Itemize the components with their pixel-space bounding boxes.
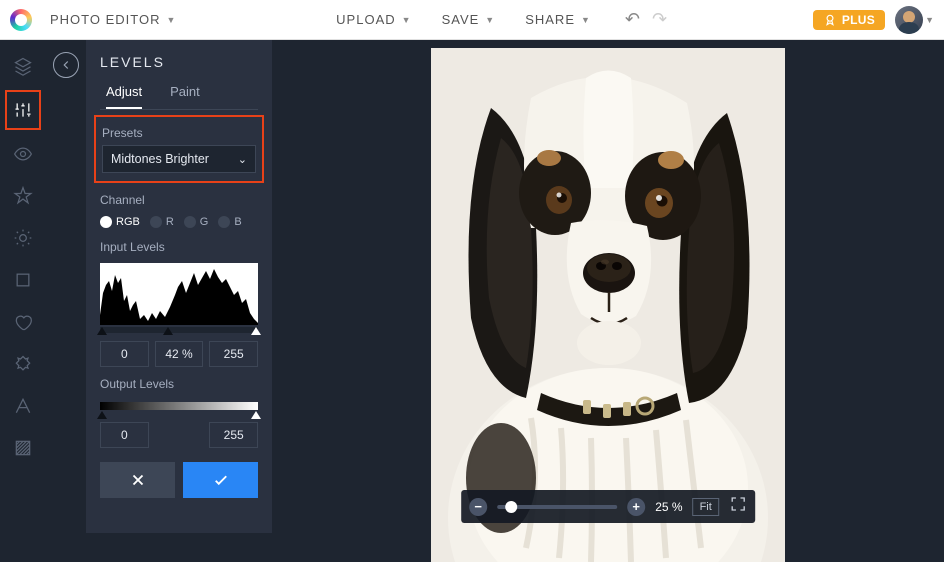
caret-down-icon: ▼ bbox=[166, 15, 176, 25]
preset-highlight: Presets Midtones Brighter ⌄ bbox=[94, 115, 264, 183]
preset-value: Midtones Brighter bbox=[111, 152, 209, 166]
main-area: LEVELS Adjust Paint Presets Midtones Bri… bbox=[0, 40, 944, 533]
output-high-value[interactable]: 255 bbox=[209, 422, 258, 448]
close-icon bbox=[129, 471, 147, 489]
panel-tabs: Adjust Paint bbox=[100, 84, 258, 110]
photo[interactable] bbox=[431, 48, 785, 562]
user-menu[interactable]: ▼ bbox=[895, 6, 934, 34]
panel-title: LEVELS bbox=[100, 54, 258, 70]
channel-rgb[interactable]: RGB bbox=[100, 216, 140, 228]
output-values-row: 0 255 bbox=[100, 422, 258, 448]
input-mid-value[interactable]: 42 % bbox=[155, 341, 204, 367]
chevron-down-icon: ⌄ bbox=[238, 153, 247, 166]
action-row bbox=[100, 462, 258, 498]
back-button[interactable] bbox=[53, 52, 79, 78]
canvas-area: − + 25 % Fit bbox=[272, 40, 944, 533]
rail-crop[interactable] bbox=[11, 268, 35, 292]
caret-down-icon: ▼ bbox=[485, 15, 495, 25]
apply-button[interactable] bbox=[183, 462, 258, 498]
input-marker-high[interactable] bbox=[251, 327, 261, 335]
zoom-bar: − + 25 % Fit bbox=[461, 490, 755, 523]
undo-button[interactable]: ↶ bbox=[621, 9, 644, 30]
plus-label: PLUS bbox=[842, 13, 875, 27]
caret-down-icon: ▼ bbox=[581, 15, 591, 25]
input-marker-low[interactable] bbox=[97, 327, 107, 335]
share-label: SHARE bbox=[525, 12, 575, 27]
histogram bbox=[100, 263, 258, 325]
output-levels-label: Output Levels bbox=[100, 377, 258, 391]
input-marker-mid[interactable] bbox=[163, 327, 173, 335]
avatar bbox=[895, 6, 923, 34]
preset-select[interactable]: Midtones Brighter ⌄ bbox=[102, 145, 256, 173]
undo-redo-group: ↶ ↷ bbox=[621, 9, 671, 30]
input-slider[interactable] bbox=[100, 327, 258, 333]
upload-button[interactable]: UPLOAD ▼ bbox=[326, 8, 421, 31]
output-marker-high[interactable] bbox=[251, 411, 261, 419]
fullscreen-button[interactable] bbox=[729, 495, 747, 518]
output-marker-low[interactable] bbox=[97, 411, 107, 419]
zoom-out-button[interactable]: − bbox=[469, 498, 487, 516]
input-values-row: 0 42 % 255 bbox=[100, 341, 258, 367]
zoom-in-button[interactable]: + bbox=[627, 498, 645, 516]
channel-r[interactable]: R bbox=[150, 216, 174, 228]
plus-upgrade-button[interactable]: PLUS bbox=[813, 10, 885, 30]
rail-adjust[interactable] bbox=[11, 98, 35, 122]
rail-star[interactable] bbox=[11, 184, 35, 208]
award-icon bbox=[823, 13, 837, 27]
output-low-value[interactable]: 0 bbox=[100, 422, 149, 448]
top-bar: PHOTO EDITOR ▼ UPLOAD ▼ SAVE ▼ SHARE ▼ ↶… bbox=[0, 0, 944, 40]
rail-heart[interactable] bbox=[11, 310, 35, 334]
fit-button[interactable]: Fit bbox=[693, 498, 719, 516]
share-button[interactable]: SHARE ▼ bbox=[515, 8, 601, 31]
check-icon bbox=[212, 471, 230, 489]
rail-layers[interactable] bbox=[11, 54, 35, 78]
fullscreen-icon bbox=[729, 495, 747, 513]
dog-image bbox=[431, 48, 785, 562]
channel-label: Channel bbox=[100, 193, 258, 207]
output-slider[interactable] bbox=[100, 402, 258, 410]
zoom-value: 25 % bbox=[655, 500, 682, 514]
channel-g[interactable]: G bbox=[184, 216, 209, 228]
input-levels-label: Input Levels bbox=[100, 240, 258, 254]
mode-selector[interactable]: PHOTO EDITOR ▼ bbox=[42, 8, 184, 31]
zoom-slider[interactable] bbox=[497, 505, 617, 509]
input-low-value[interactable]: 0 bbox=[100, 341, 149, 367]
redo-button[interactable]: ↷ bbox=[648, 9, 671, 30]
presets-label: Presets bbox=[102, 126, 256, 140]
cancel-button[interactable] bbox=[100, 462, 175, 498]
tab-paint[interactable]: Paint bbox=[170, 84, 200, 109]
upload-label: UPLOAD bbox=[336, 12, 395, 27]
channel-selector: RGB R G B bbox=[100, 216, 258, 228]
rail-eye[interactable] bbox=[11, 142, 35, 166]
input-high-value[interactable]: 255 bbox=[209, 341, 258, 367]
channel-b[interactable]: B bbox=[218, 216, 241, 228]
rail-texture[interactable] bbox=[11, 436, 35, 460]
back-column bbox=[46, 40, 86, 533]
caret-down-icon: ▼ bbox=[402, 15, 412, 25]
rail-text[interactable] bbox=[11, 394, 35, 418]
tool-rail bbox=[0, 40, 46, 533]
mode-label: PHOTO EDITOR bbox=[50, 12, 160, 27]
app-logo[interactable] bbox=[10, 9, 32, 31]
rail-frame[interactable] bbox=[11, 352, 35, 376]
tab-adjust[interactable]: Adjust bbox=[106, 84, 142, 109]
caret-down-icon: ▼ bbox=[925, 15, 934, 25]
rail-effects[interactable] bbox=[11, 226, 35, 250]
save-button[interactable]: SAVE ▼ bbox=[432, 8, 506, 31]
levels-panel: LEVELS Adjust Paint Presets Midtones Bri… bbox=[86, 40, 272, 533]
zoom-thumb[interactable] bbox=[505, 501, 517, 513]
rail-highlight bbox=[5, 90, 41, 130]
save-label: SAVE bbox=[442, 12, 480, 27]
